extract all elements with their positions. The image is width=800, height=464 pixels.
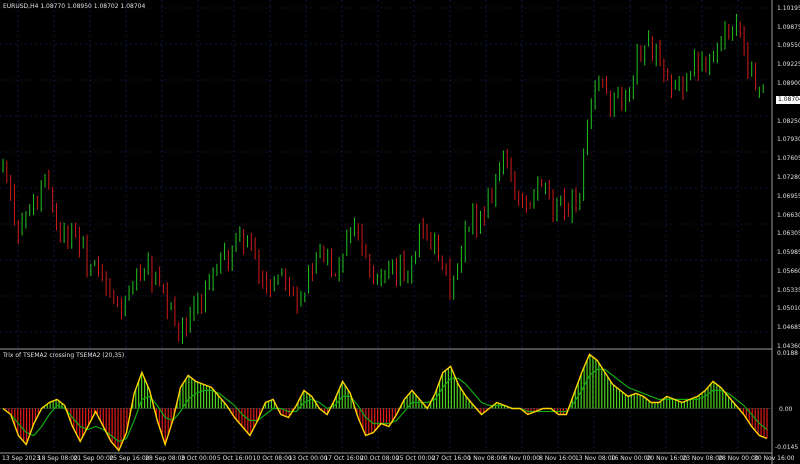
price-label: 1.06305 [777,230,800,238]
price-label: 1.07930 [777,136,800,144]
time-label: 20 Nov 16:00 [646,455,688,462]
time-label: 30 Nov 16:00 [754,455,795,462]
price-label: 1.07280 [777,173,800,181]
price-label: 1.09550 [777,42,800,50]
price-label: 1.07605 [777,155,800,163]
price-label: 1.08900 [777,80,800,87]
price-label: 1.05010 [777,305,800,313]
price-label: 1.05660 [777,267,800,275]
indicator-title: Trix of TSEMA2 crossing TSEMA2 (20,35) [3,352,125,359]
chart-canvas[interactable] [0,0,800,464]
time-label: 28 Nov 00:00 [718,455,759,462]
time-label: 27 Oct 16:00 [431,455,471,462]
time-label: 23 Nov 08:00 [682,455,723,462]
time-label: 6 Nov 00:00 [503,455,540,462]
time-label: 13 Oct 00:00 [288,455,328,462]
time-label: 18 Sep 08:00 [37,455,78,462]
indicator-level-top: 0.0188 [777,350,798,357]
time-label: 10 Oct 08:00 [252,455,292,462]
time-label: 13 Nov 08:00 [574,455,616,462]
time-label: 13 Sep 2023 [2,455,41,462]
time-label: 16 Nov 00:00 [610,455,652,462]
price-label: 1.04360 [777,343,800,350]
indicator-level-bottom: -0.0145 [775,444,799,451]
price-label: 1.06955 [777,192,800,200]
current-price-tag: 1.08704 [776,96,800,104]
time-label: 5 Oct 16:00 [216,455,253,462]
price-label: 1.08250 [777,117,800,125]
price-label: 1.09225 [777,61,800,69]
time-label: 25 Sep 16:00 [109,455,150,462]
price-label: 1.05985 [777,248,800,256]
price-label: 1.04685 [777,324,800,332]
time-label: 21 Sep 00:00 [73,455,114,462]
price-label: 1.06630 [777,211,800,219]
time-label: 17 Oct 16:00 [324,455,364,462]
symbol-info-label: EURUSD,H4 1.08770 1.08950 1.08702 1.0870… [3,3,146,10]
time-label: 28 Sep 08:00 [145,455,186,462]
price-label: 1.05335 [777,286,800,294]
price-label: 1.10195 [777,5,800,12]
time-label: 25 Oct 00:00 [395,455,436,462]
indicator-level-zero: 0.00 [779,406,793,413]
time-label: 3 Oct 00:00 [181,455,217,462]
time-label: 20 Oct 08:00 [360,455,400,462]
trading-chart-window[interactable]: EURUSD,H4 1.08770 1.08950 1.08702 1.0870… [0,0,800,464]
price-label: 1.09875 [777,23,800,31]
time-label: 1 Nov 08:00 [467,455,505,462]
time-label: 8 Nov 16:00 [539,455,576,462]
